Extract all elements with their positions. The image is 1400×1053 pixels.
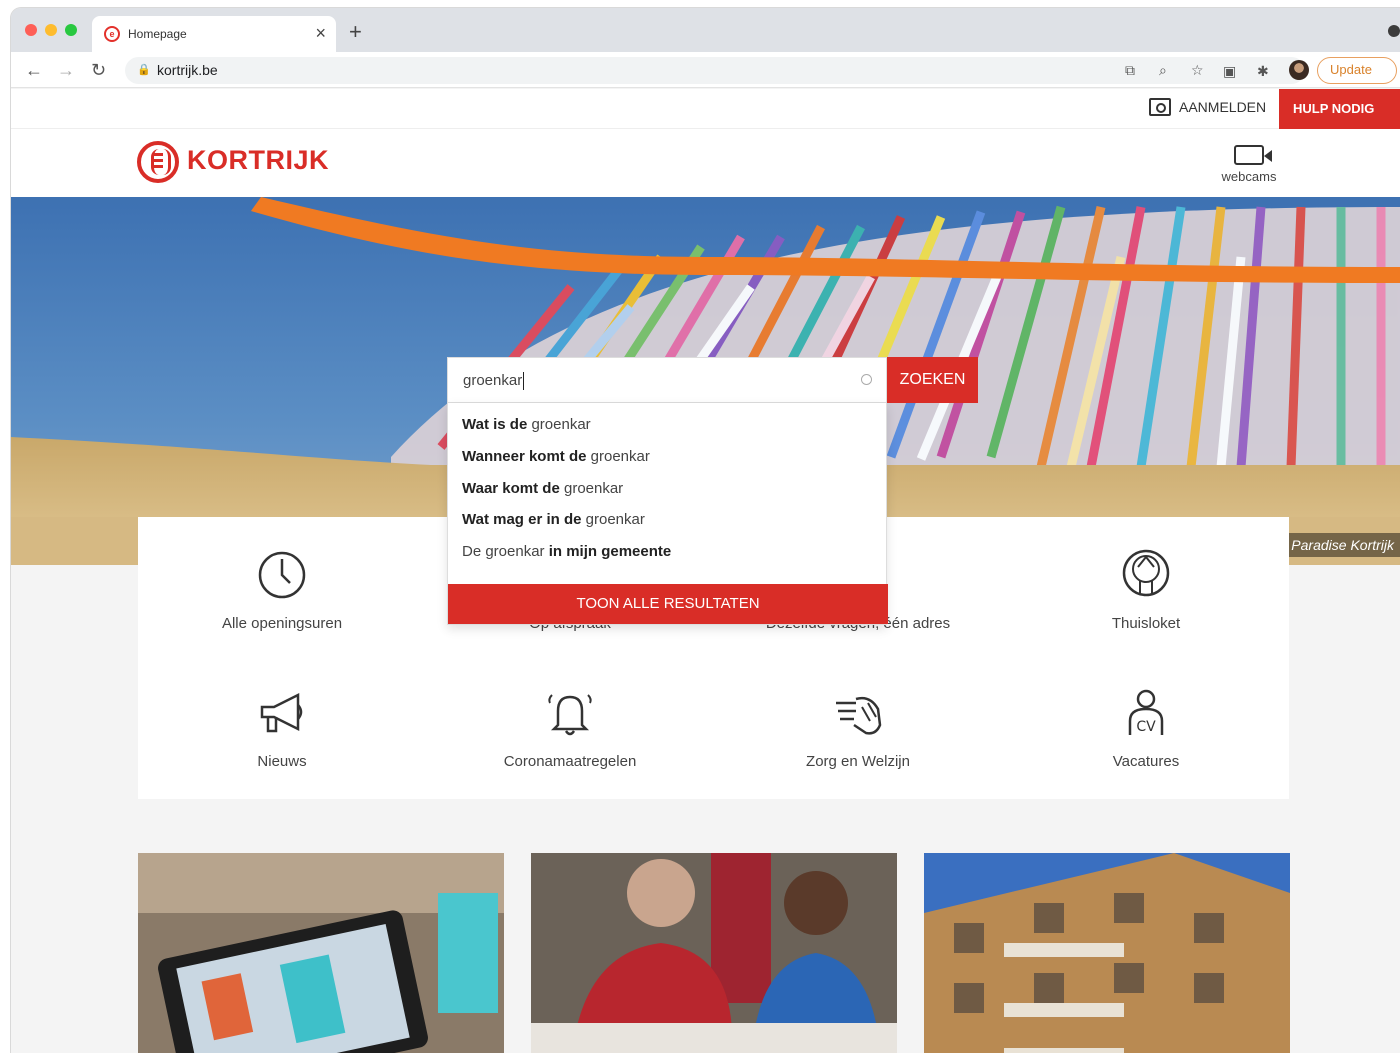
login-link[interactable]: AANMELDEN — [1149, 98, 1266, 116]
bookmark-star-icon[interactable]: ☆ — [1191, 62, 1204, 79]
service-label: Zorg en Welzijn — [806, 753, 910, 770]
update-button[interactable]: Update — [1317, 57, 1397, 84]
extensions-puzzle-icon[interactable]: ✱ — [1257, 63, 1269, 80]
site-logo[interactable]: KORTRIJK — [187, 145, 329, 176]
url-text[interactable]: kortrijk.be — [157, 62, 218, 78]
site-header: KORTRIJK webcams — [11, 129, 1400, 197]
clear-search-icon[interactable] — [861, 374, 872, 385]
people-photo-image — [531, 853, 897, 1053]
page-viewport: AANMELDEN HULP NODIG ? KORTRIJK webcams — [11, 89, 1400, 1053]
tablet-photo-image — [138, 853, 504, 1053]
suggestion-item[interactable]: Wanneer komt de groenkar — [462, 448, 650, 465]
translate-icon[interactable]: ⧉ — [1125, 62, 1135, 79]
new-tab-button[interactable]: + — [349, 21, 362, 43]
show-all-results-button[interactable]: TOON ALLE RESULTATEN — [448, 584, 888, 624]
tab-strip: e Homepage × + — [11, 8, 1400, 52]
tab-homepage[interactable]: e Homepage × — [92, 16, 336, 52]
service-label: Thuisloket — [1111, 615, 1181, 632]
service-vacancies[interactable]: CV Vacatures — [1002, 685, 1290, 770]
svg-text:CV: CV — [1136, 719, 1156, 735]
help-label: HULP NODIG — [1293, 101, 1375, 116]
news-photo-tablet[interactable] — [138, 853, 504, 1053]
building-photo-image — [924, 853, 1290, 1053]
bell-icon — [548, 694, 592, 736]
address-bar[interactable]: 🔒 kortrijk.be ⧉ ⌕ ☆ — [125, 57, 1305, 84]
close-window-button[interactable] — [25, 24, 37, 36]
search-input[interactable]: groenkar — [447, 357, 887, 403]
service-thuisloket[interactable]: Thuisloket — [1002, 547, 1290, 632]
service-label: Alle openingsuren — [221, 615, 343, 632]
help-button[interactable]: HULP NODIG ? — [1279, 89, 1400, 158]
service-label: Coronamaatregelen — [503, 753, 637, 770]
service-corona[interactable]: Coronamaatregelen — [426, 685, 714, 770]
service-opening-hours[interactable]: Alle openingsuren — [138, 547, 426, 632]
login-label: AANMELDEN — [1179, 99, 1267, 115]
id-card-icon — [1149, 98, 1171, 116]
news-photo-building[interactable] — [924, 853, 1290, 1053]
minimize-window-button[interactable] — [45, 24, 57, 36]
browser-window: e Homepage × + ← → ↻ 🔒 kortrijk.be ⧉ ⌕ ☆… — [11, 8, 1400, 1053]
browser-toolbar: ← → ↻ 🔒 kortrijk.be ⧉ ⌕ ☆ ▣ ✱ Update — [11, 52, 1400, 88]
zoom-icon[interactable]: ⌕ — [1159, 62, 1167, 79]
news-photo-people[interactable] — [531, 853, 897, 1053]
close-tab-icon[interactable]: × — [315, 23, 326, 43]
screenshot-extension-icon[interactable]: ▣ — [1223, 63, 1236, 80]
maximize-window-button[interactable] — [65, 24, 77, 36]
clock-icon — [258, 551, 306, 599]
thuisloket-icon — [1122, 549, 1170, 597]
tab-title: Homepage — [128, 27, 187, 41]
webcams-label: webcams — [1221, 169, 1277, 184]
megaphone-icon — [260, 692, 303, 733]
service-news[interactable]: Nieuws — [138, 685, 426, 770]
back-button[interactable]: ← — [25, 58, 43, 82]
lock-icon[interactable]: 🔒 — [137, 63, 151, 76]
suggestion-item[interactable]: Wat mag er in de groenkar — [462, 511, 645, 528]
tab-menu-icon[interactable] — [1388, 25, 1400, 37]
kortrijk-logo-icon[interactable] — [137, 141, 179, 183]
search-input-value[interactable]: groenkar — [463, 372, 525, 391]
suggestion-item[interactable]: Wat is de groenkar — [462, 416, 591, 433]
suggestion-item[interactable]: De groenkar in mijn gemeente — [462, 543, 671, 560]
search-suggestions: Wat is de groenkar Wanneer komt de groen… — [447, 403, 888, 625]
profile-avatar[interactable] — [1289, 60, 1309, 80]
service-care[interactable]: Zorg en Welzijn — [714, 685, 1002, 770]
suggestion-item[interactable]: Waar komt de groenkar — [462, 480, 623, 497]
reload-button[interactable]: ↻ — [91, 58, 106, 82]
webcams-link[interactable]: webcams — [1209, 139, 1289, 184]
hero-credit: Paradise Kortrijk — [1285, 533, 1400, 557]
cv-icon: CV — [1128, 689, 1164, 735]
forward-button[interactable]: → — [57, 58, 75, 82]
utility-bar: AANMELDEN HULP NODIG ? — [11, 89, 1400, 158]
search-button[interactable]: ZOEKEN — [887, 357, 978, 403]
kortrijk-favicon-icon: e — [104, 26, 120, 42]
hands-icon — [836, 696, 882, 735]
service-label: Nieuws — [257, 753, 307, 770]
service-label: Vacatures — [1112, 753, 1180, 770]
video-camera-icon — [1234, 145, 1272, 165]
